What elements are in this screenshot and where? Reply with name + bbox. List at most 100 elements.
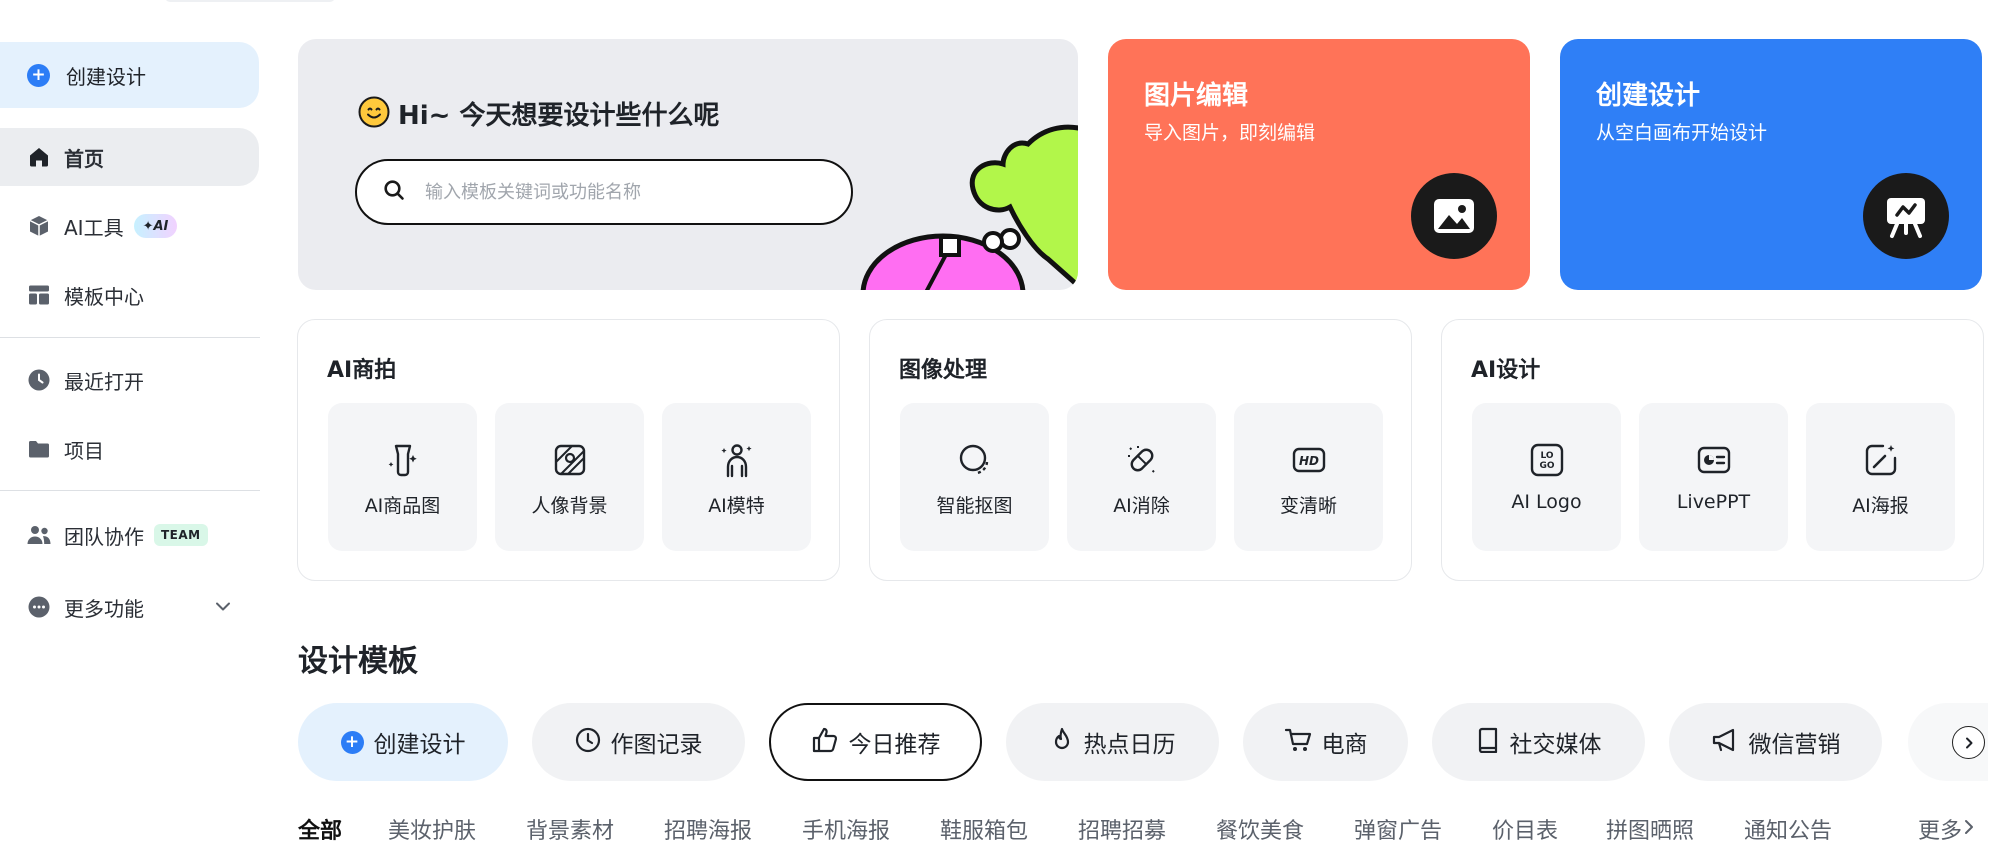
tool-ai-logo[interactable]: LO GO AI Logo bbox=[1472, 403, 1621, 551]
create-design-card[interactable]: 创建设计 从空白画布开始设计 bbox=[1560, 39, 1982, 290]
category-tab[interactable]: 招聘海报 bbox=[664, 813, 752, 845]
category-tab-all[interactable]: 全部 bbox=[298, 813, 342, 845]
megaphone-icon bbox=[1711, 727, 1739, 757]
chip-label: 创建设计 bbox=[373, 732, 466, 758]
chip-history[interactable]: 作图记录 bbox=[532, 703, 745, 781]
sidebar-item-label: 首页 bbox=[64, 146, 104, 171]
category-tab[interactable]: 鞋服箱包 bbox=[940, 813, 1028, 845]
portrait-background-icon bbox=[551, 441, 589, 479]
tool-label: AI商品图 bbox=[364, 495, 441, 517]
category-tab[interactable]: 手机海报 bbox=[802, 813, 890, 845]
sidebar-create-label: 创建设计 bbox=[66, 64, 146, 89]
thumbs-up-icon bbox=[811, 726, 839, 758]
chip-hot-calendar[interactable]: 热点日历 bbox=[1006, 703, 1219, 781]
category-tab[interactable]: 弹窗广告 bbox=[1354, 813, 1442, 845]
folder-icon bbox=[26, 436, 52, 462]
search-icon bbox=[383, 179, 405, 205]
logo-icon: LO GO bbox=[1528, 441, 1566, 479]
canvas-easel-icon bbox=[1863, 173, 1949, 259]
plus-icon: + bbox=[27, 63, 50, 87]
chip-ecommerce[interactable]: 电商 bbox=[1243, 703, 1408, 781]
smile-emoji-icon bbox=[358, 96, 390, 132]
more-categories-link[interactable]: 更多 bbox=[1918, 813, 1976, 845]
book-icon bbox=[1476, 727, 1500, 757]
plus-icon: + bbox=[340, 730, 364, 754]
magic-wand-poster-icon bbox=[1862, 441, 1900, 479]
chip-today-recommend[interactable]: 今日推荐 bbox=[769, 703, 982, 781]
tool-enhance-clarity[interactable]: HD 变清晰 bbox=[1234, 403, 1383, 551]
cutout-icon bbox=[956, 441, 994, 479]
sidebar-item-label: AI工具 bbox=[64, 215, 124, 240]
product-bottle-icon bbox=[384, 441, 422, 479]
tool-label: 人像背景 bbox=[531, 495, 608, 517]
tool-group-ai-design: AI设计 LO GO AI Logo LivePPT AI海报 bbox=[1441, 319, 1984, 581]
tool-ai-poster[interactable]: AI海报 bbox=[1806, 403, 1955, 551]
category-tab[interactable]: 拼图晒照 bbox=[1606, 813, 1694, 845]
create-design-title: 创建设计 bbox=[1596, 81, 1701, 111]
chevron-right-icon bbox=[1962, 817, 1976, 842]
search-input[interactable] bbox=[425, 181, 805, 203]
chevron-right-icon[interactable] bbox=[1952, 726, 1985, 759]
layout-icon bbox=[26, 282, 52, 308]
model-person-icon bbox=[718, 441, 756, 479]
sidebar-create-design-button[interactable]: + 创建设计 bbox=[0, 42, 259, 108]
tool-group-title: AI商拍 bbox=[327, 358, 397, 383]
hero-banner: Hi~ 今天想要设计些什么呢 bbox=[298, 39, 1078, 290]
sidebar-item-team[interactable]: 团队协作 TEAM bbox=[0, 506, 259, 564]
image-edit-card[interactable]: 图片编辑 导入图片，即刻编辑 bbox=[1108, 39, 1530, 290]
sidebar-item-projects[interactable]: 项目 bbox=[0, 420, 259, 478]
category-tab[interactable]: 餐饮美食 bbox=[1216, 813, 1304, 845]
create-design-subtitle: 从空白画布开始设计 bbox=[1596, 122, 1768, 144]
chip-label: 社交媒体 bbox=[1509, 732, 1602, 758]
sidebar-item-home[interactable]: 首页 bbox=[0, 128, 259, 186]
chip-social-media[interactable]: 社交媒体 bbox=[1432, 703, 1645, 781]
decorative-illustration bbox=[860, 124, 1078, 290]
tool-label: AI Logo bbox=[1511, 491, 1582, 513]
chip-label: 今日推荐 bbox=[848, 732, 941, 758]
category-tab[interactable]: 招聘招募 bbox=[1078, 813, 1166, 845]
sidebar-item-more[interactable]: 更多功能 bbox=[0, 578, 259, 636]
sidebar-item-label: 团队协作 bbox=[64, 524, 144, 549]
image-edit-subtitle: 导入图片，即刻编辑 bbox=[1144, 122, 1316, 144]
tool-ai-eraser[interactable]: AI消除 bbox=[1067, 403, 1216, 551]
tool-liveppt[interactable]: LivePPT bbox=[1639, 403, 1788, 551]
sidebar-item-label: 最近打开 bbox=[64, 369, 144, 394]
search-box[interactable] bbox=[355, 159, 853, 225]
chevron-down-icon[interactable] bbox=[214, 597, 232, 619]
tool-group-image-processing: 图像处理 智能抠图 AI消除 HD 变清晰 bbox=[869, 319, 1412, 581]
sidebar-item-ai-tools[interactable]: AI工具 ✦AI bbox=[0, 197, 259, 255]
templates-section-title: 设计模板 bbox=[298, 644, 418, 679]
eraser-bandage-icon bbox=[1123, 441, 1161, 479]
svg-text:LO: LO bbox=[1540, 451, 1553, 461]
chip-wechat-marketing[interactable]: 微信营销 bbox=[1669, 703, 1882, 781]
tool-ai-model[interactable]: AI模特 bbox=[662, 403, 811, 551]
sidebar-item-label: 模板中心 bbox=[64, 284, 144, 309]
chip-create-design[interactable]: + 创建设计 bbox=[298, 703, 508, 781]
tool-label: LivePPT bbox=[1676, 491, 1751, 513]
category-tab[interactable]: 美妆护肤 bbox=[388, 813, 476, 845]
tool-label: AI消除 bbox=[1113, 495, 1170, 517]
flame-icon bbox=[1050, 727, 1074, 757]
cube-icon bbox=[26, 213, 52, 239]
image-edit-title: 图片编辑 bbox=[1144, 81, 1249, 111]
tool-label: AI模特 bbox=[708, 495, 765, 517]
tool-portrait-background[interactable]: 人像背景 bbox=[495, 403, 644, 551]
tool-group-title: AI设计 bbox=[1471, 358, 1541, 383]
sidebar-item-recent[interactable]: 最近打开 bbox=[0, 351, 259, 409]
more-label: 更多 bbox=[1918, 819, 1963, 844]
tool-smart-cutout[interactable]: 智能抠图 bbox=[900, 403, 1049, 551]
chip-label: 微信营销 bbox=[1748, 732, 1841, 758]
sidebar-divider bbox=[0, 490, 260, 491]
sidebar-item-label: 更多功能 bbox=[64, 596, 144, 621]
category-tab[interactable]: 背景素材 bbox=[526, 813, 614, 845]
team-icon bbox=[26, 522, 52, 548]
sidebar-item-template-center[interactable]: 模板中心 bbox=[0, 266, 259, 324]
home-icon bbox=[26, 144, 52, 170]
category-tab[interactable]: 通知公告 bbox=[1744, 813, 1832, 845]
tool-group-ai-shoot: AI商拍 AI商品图 人像背景 AI模特 bbox=[297, 319, 840, 581]
image-icon bbox=[1411, 173, 1497, 259]
category-tab[interactable]: 价目表 bbox=[1492, 813, 1558, 845]
chip-label: 热点日历 bbox=[1083, 732, 1176, 758]
tool-ai-product-image[interactable]: AI商品图 bbox=[328, 403, 477, 551]
tool-label: 智能抠图 bbox=[936, 495, 1013, 517]
